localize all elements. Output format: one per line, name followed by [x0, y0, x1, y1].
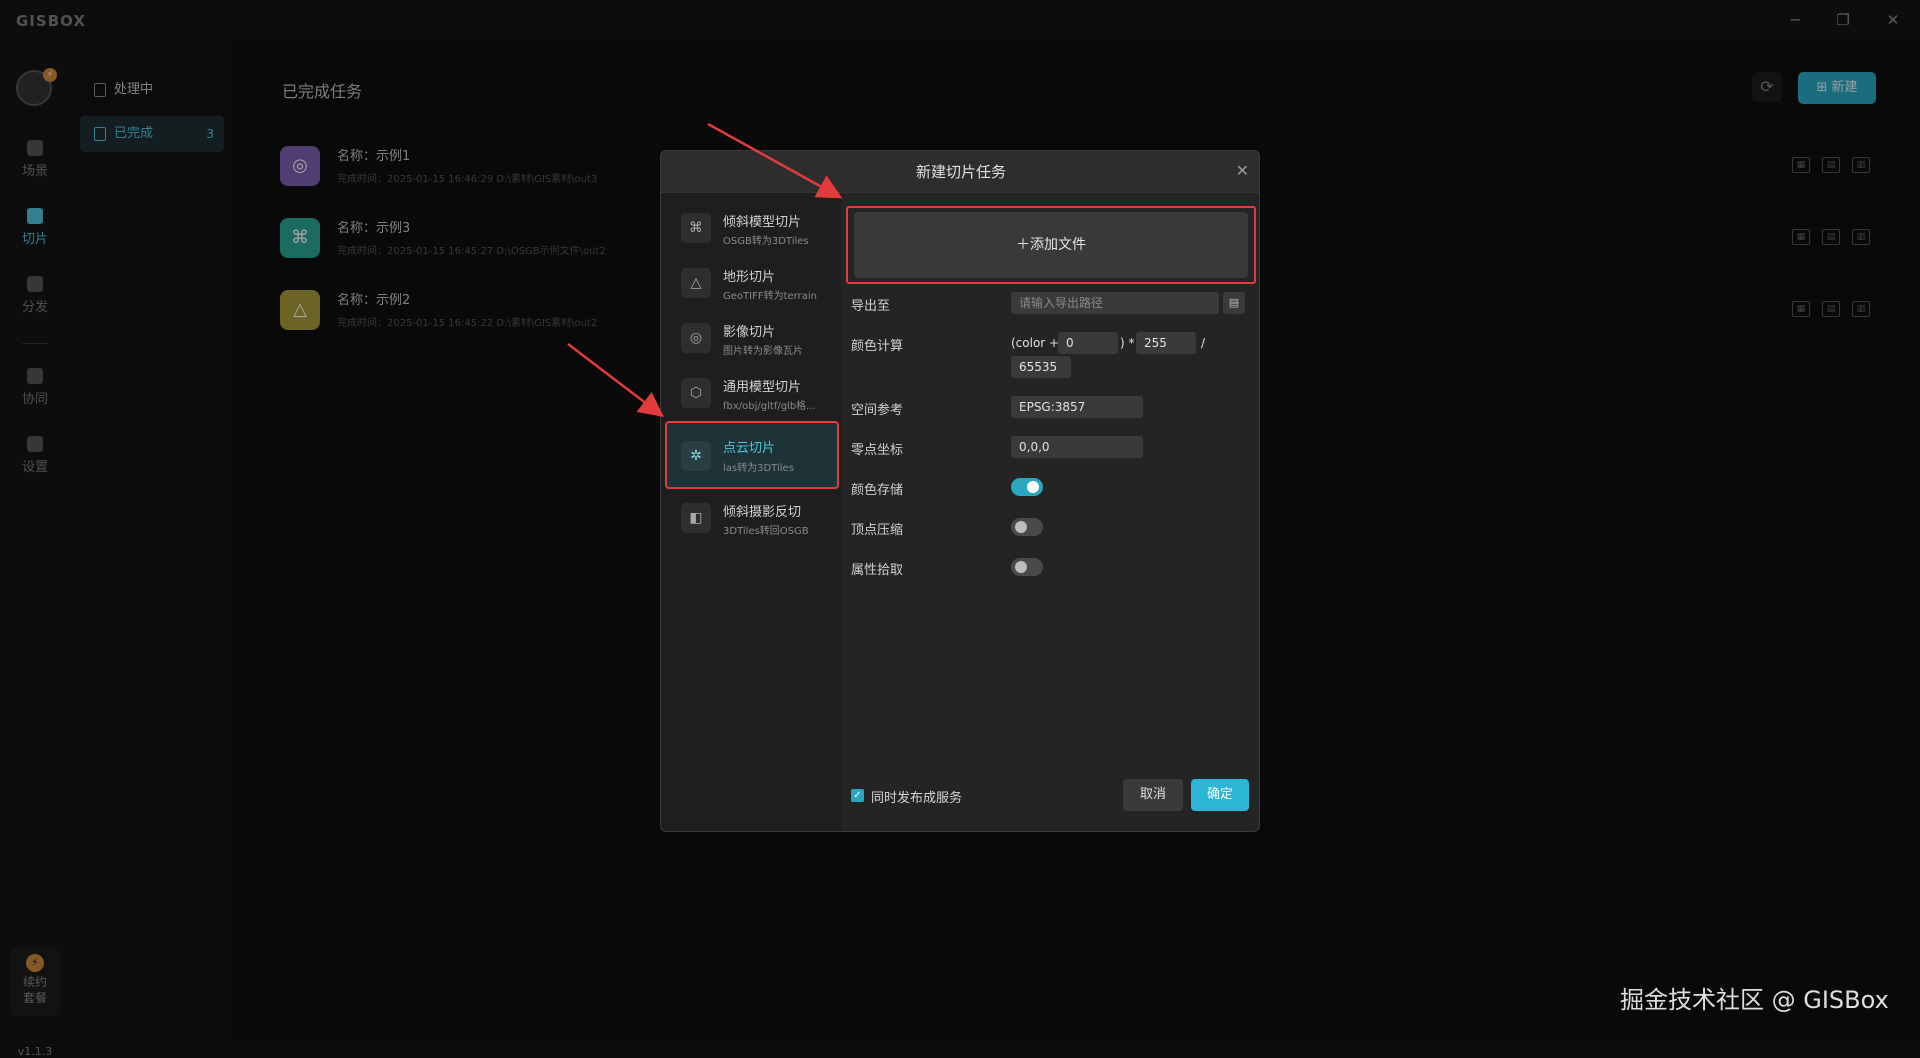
arrow-to-add-file: [707, 122, 843, 199]
arrow-to-point-cloud: [567, 343, 664, 418]
version-label: v1.1.3: [17, 1045, 53, 1058]
watermark-text: 掘金技术社区 @ GISBox: [1620, 986, 1889, 1014]
annotation-arrows: [567, 122, 843, 418]
